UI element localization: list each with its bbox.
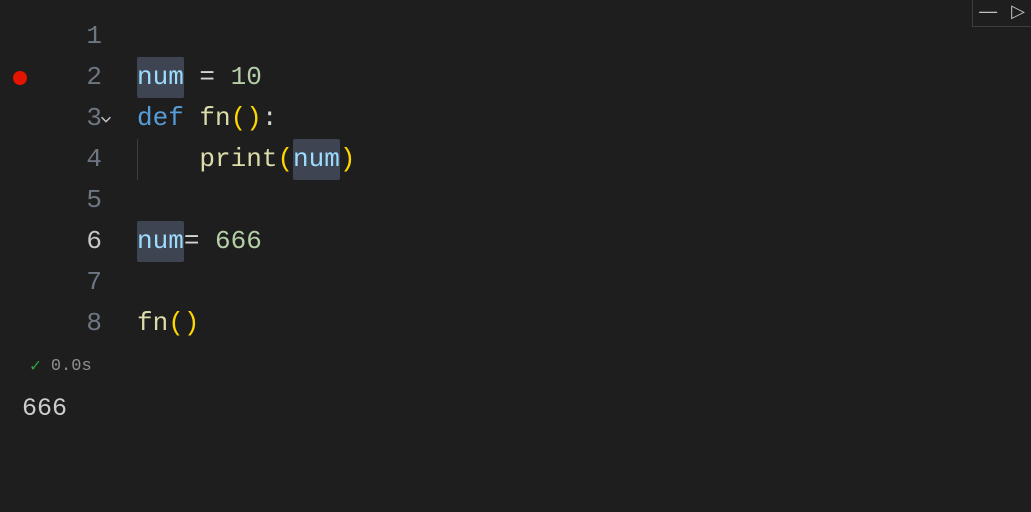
token: 666 — [215, 221, 262, 262]
token: = — [199, 57, 215, 98]
run-next-icon[interactable]: ▷ — [1011, 2, 1025, 20]
line-number[interactable]: 1 — [32, 16, 102, 57]
token — [184, 98, 200, 139]
chevron-down-icon[interactable] — [99, 112, 113, 126]
check-icon: ✓ — [30, 355, 41, 377]
cell-toolbar: — ▷ — [972, 0, 1031, 27]
line-number[interactable]: 2 — [32, 57, 102, 98]
line-number[interactable]: 8 — [32, 303, 102, 344]
code-line[interactable]: 5 — [0, 180, 1031, 221]
execution-status: ✓ 0.0s — [0, 352, 1031, 380]
token — [184, 57, 200, 98]
code-line[interactable]: 1 — [0, 16, 1031, 57]
token: num — [137, 221, 184, 262]
line-number[interactable]: 5 — [32, 180, 102, 221]
fold-gutter[interactable] — [97, 112, 115, 126]
token: ( — [168, 303, 184, 344]
token: ( — [231, 98, 247, 139]
breakpoint-gutter[interactable] — [8, 71, 32, 85]
token: def — [137, 98, 184, 139]
breakpoint-icon[interactable] — [13, 71, 27, 85]
token: ( — [277, 139, 293, 180]
line-number[interactable]: 4 — [32, 139, 102, 180]
token: num — [137, 57, 184, 98]
minimize-icon[interactable]: — — [979, 2, 997, 20]
code-line[interactable]: 3 def fn(): — [0, 98, 1031, 139]
code-content[interactable]: def fn(): — [115, 98, 277, 139]
code-line[interactable]: 2 num = 10 — [0, 57, 1031, 98]
line-number[interactable]: 7 — [32, 262, 102, 303]
output-text: 666 — [22, 394, 67, 423]
code-content[interactable]: num = 10 — [115, 57, 262, 98]
token: print — [199, 139, 277, 180]
token: ) — [246, 98, 262, 139]
execution-time: 0.0s — [51, 357, 92, 376]
code-line[interactable]: 4 print(num) — [0, 139, 1031, 180]
code-editor[interactable]: 12num = 103def fn():4 print(num)56num= 6… — [0, 0, 1031, 344]
code-content[interactable]: print(num) — [115, 139, 355, 180]
token: num — [293, 139, 340, 180]
line-number[interactable]: 3 — [32, 98, 102, 139]
line-number[interactable]: 6 — [32, 221, 102, 262]
code-line[interactable]: 6 num= 666 — [0, 221, 1031, 262]
token — [199, 221, 215, 262]
token — [215, 57, 231, 98]
output-area: 666 — [0, 380, 1031, 437]
token: fn — [137, 303, 168, 344]
code-line[interactable]: 8 fn() — [0, 303, 1031, 344]
code-content[interactable]: num= 666 — [115, 221, 262, 262]
token: : — [262, 98, 278, 139]
token: fn — [199, 98, 230, 139]
token: ) — [184, 303, 200, 344]
code-content[interactable]: fn() — [115, 303, 199, 344]
token: 10 — [231, 57, 262, 98]
code-line[interactable]: 7 — [0, 262, 1031, 303]
token: = — [184, 221, 200, 262]
token: ) — [340, 139, 356, 180]
